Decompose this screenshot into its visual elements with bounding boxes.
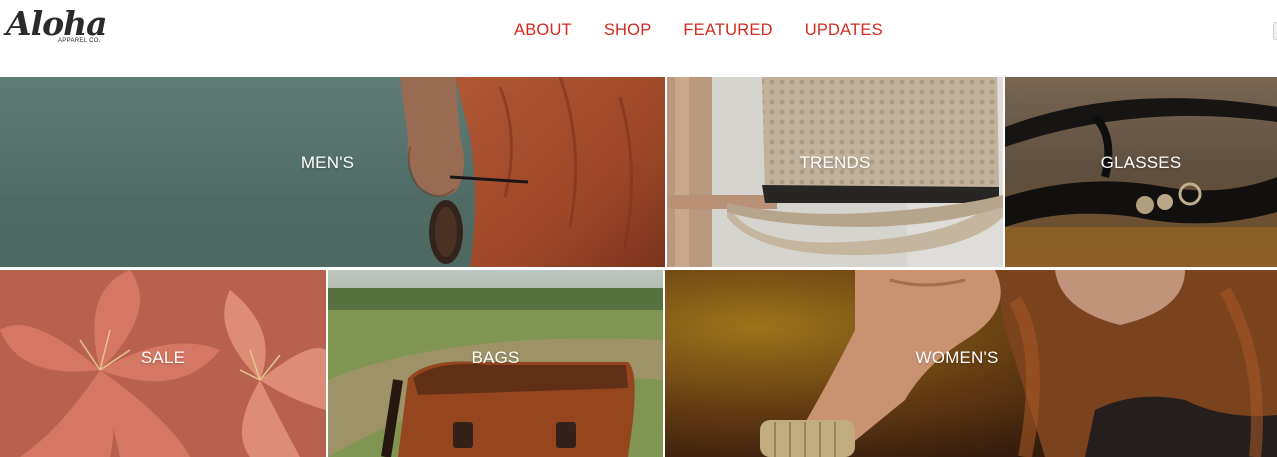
scroll-edge-widget[interactable] <box>1273 22 1277 40</box>
nav-item-shop[interactable]: SHOP <box>604 21 652 40</box>
category-tile-trends[interactable]: TRENDS <box>667 77 1003 267</box>
tile-label-trends: TRENDS <box>799 153 871 172</box>
brand-tagline: APPAREL CO. <box>58 38 101 44</box>
tile-label-sale: SALE <box>140 348 186 367</box>
nav-item-featured[interactable]: FEATURED <box>683 21 772 40</box>
category-tile-glasses[interactable]: GLASSES <box>1005 77 1277 267</box>
category-tile-mens[interactable]: MEN'S <box>0 77 665 267</box>
site-header: Aloha APPAREL CO. ABOUT SHOP FEATURED UP… <box>0 0 1277 77</box>
tile-label-mens: MEN'S <box>300 153 355 172</box>
tile-label-bags: BAGS <box>471 348 520 367</box>
nav-item-about[interactable]: ABOUT <box>514 21 572 40</box>
category-tile-sale[interactable]: SALE <box>0 270 326 457</box>
tile-label-glasses: GLASSES <box>1100 153 1182 172</box>
category-tile-bags[interactable]: BAGS <box>328 270 663 457</box>
category-tile-womens[interactable]: WOMEN'S <box>665 270 1277 457</box>
tile-label-womens: WOMEN'S <box>915 348 999 367</box>
nav-item-updates[interactable]: UPDATES <box>805 21 883 40</box>
brand-logo[interactable]: Aloha APPAREL CO. <box>6 4 116 50</box>
main-nav: ABOUT SHOP FEATURED UPDATES <box>514 21 883 40</box>
